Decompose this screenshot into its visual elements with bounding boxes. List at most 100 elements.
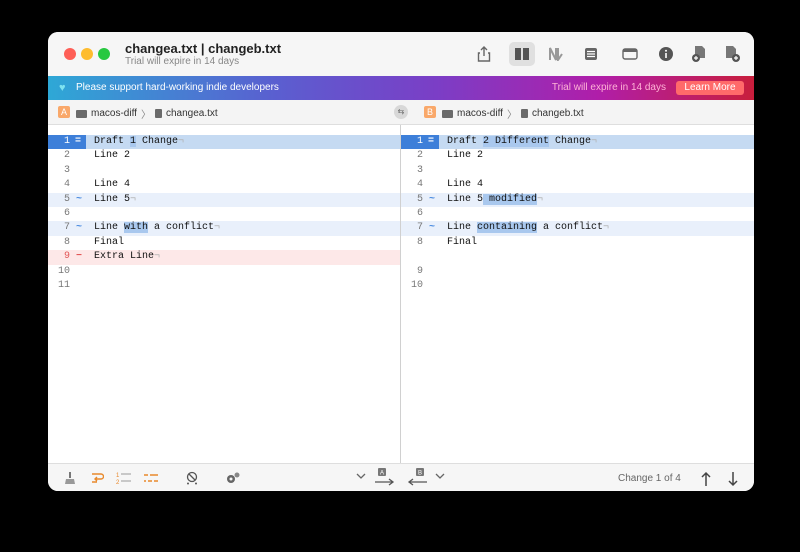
next-change-arrow-icon[interactable]	[728, 471, 738, 491]
code-line[interactable]: 2 Line 2	[48, 149, 400, 163]
chevron-down-icon[interactable]	[435, 471, 445, 485]
code-line[interactable]: 9	[401, 265, 754, 279]
text-segment: Change	[136, 136, 179, 147]
breadcrumb-folder[interactable]: macos-diff	[457, 108, 503, 119]
code-line[interactable]: 1 = Draft 2 Different Change¬	[401, 135, 754, 150]
list-icon[interactable]	[578, 42, 604, 66]
code-line[interactable]: 8 Final	[48, 236, 400, 250]
side-by-side-icon[interactable]	[509, 42, 535, 66]
line-text: Line 4	[447, 178, 483, 192]
breadcrumb-right: macos-diff 〉 changeb.txt	[442, 106, 584, 121]
diff-highlight: 2 Different	[483, 136, 550, 147]
svg-text:2: 2	[116, 480, 120, 485]
line-number: 4	[63, 179, 70, 191]
add-file-left-icon[interactable]	[686, 42, 712, 66]
banner-trial-text: Trial will expire in 14 days	[551, 82, 666, 93]
file-b-tag: B	[424, 106, 436, 118]
code-line[interactable]: 8 Final	[401, 236, 754, 250]
svg-text:1: 1	[116, 473, 120, 479]
chevron-down-icon[interactable]	[356, 471, 366, 485]
zoom-button[interactable]	[98, 48, 110, 60]
diff-highlight: modified	[483, 193, 538, 205]
right-editor-pane[interactable]: 1 = Draft 2 Different Change¬ 2 Line 2 3 4 Line…	[401, 125, 754, 463]
line-text: Line with a conflict¬	[94, 221, 220, 235]
share-icon[interactable]	[471, 42, 497, 66]
window-icon[interactable]	[617, 42, 643, 66]
line-text: Final	[94, 236, 124, 250]
code-line[interactable]: 9− Extra Line¬	[48, 250, 400, 265]
ignore-whitespace-icon[interactable]	[185, 471, 199, 489]
text-segment: Line	[447, 222, 478, 234]
support-banner: ♥ Please support hard-working indie deve…	[48, 76, 754, 100]
breadcrumb-file[interactable]: changeb.txt	[532, 108, 584, 119]
code-line[interactable]: 6	[401, 207, 754, 221]
code-line[interactable]: 5 ~ Line 5¬	[48, 192, 400, 207]
document-icon	[520, 109, 528, 118]
line-number: 6	[63, 207, 70, 219]
code-line[interactable]: 3	[48, 164, 400, 178]
heart-icon: ♥	[59, 82, 66, 94]
code-line[interactable]: 7 ~ Line with a conflict¬	[48, 221, 400, 236]
end-of-line-marker: ¬	[603, 222, 610, 234]
code-line[interactable]	[401, 250, 754, 264]
unified-icon[interactable]	[543, 42, 569, 66]
line-number: 9	[416, 265, 423, 277]
end-of-line-marker: ¬	[154, 251, 161, 263]
end-of-line-marker: ¬	[214, 222, 221, 234]
copy-to-right-icon[interactable]: A	[374, 468, 396, 491]
copy-to-left-icon[interactable]: B	[406, 468, 428, 491]
app-window: changea.txt | changeb.txt Trial will exp…	[48, 32, 754, 491]
line-number: 3	[63, 164, 70, 176]
swap-sides-icon[interactable]: ⇆	[394, 105, 408, 119]
text-segment: Extra Line	[94, 251, 155, 263]
change-marker: ~	[75, 193, 82, 205]
line-text: Line 5 modified¬	[447, 193, 543, 207]
code-line[interactable]: 6	[48, 207, 400, 221]
text-segment: a conflict	[148, 222, 215, 234]
end-of-line-marker: ¬	[591, 136, 598, 147]
code-line[interactable]: 11	[48, 279, 400, 293]
code-line[interactable]: 4 Line 4	[48, 178, 400, 192]
line-text: Line 2	[94, 149, 130, 163]
line-number: 10	[410, 279, 423, 291]
previous-change-arrow-icon[interactable]	[701, 471, 711, 491]
end-of-line-marker: ¬	[537, 193, 544, 205]
close-button[interactable]	[64, 48, 76, 60]
change-marker: ~	[428, 222, 435, 234]
learn-more-button[interactable]: Learn More	[676, 81, 744, 95]
invisibles-icon[interactable]	[143, 471, 159, 489]
text-segment: Line 4	[447, 179, 484, 191]
line-text: Draft 1 Change¬	[94, 135, 184, 149]
diff-highlight: containing	[477, 222, 538, 234]
line-number: 2	[63, 150, 70, 162]
code-line[interactable]: 1 = Draft 1 Change¬	[48, 135, 400, 150]
code-line[interactable]: 7 ~ Line containing a conflict¬	[401, 221, 754, 236]
breadcrumb-folder[interactable]: macos-diff	[91, 108, 137, 119]
line-text: Line 5¬	[94, 193, 136, 207]
left-editor-pane[interactable]: 1 = Draft 1 Change¬ 2 Line 2 3 4 Line 4 5 ~ Line 5…	[48, 125, 400, 463]
brush-icon[interactable]	[64, 471, 76, 489]
breadcrumb-left: macos-diff 〉 changea.txt	[76, 106, 218, 121]
wrap-lines-icon[interactable]	[90, 471, 105, 489]
window-title: changea.txt | changeb.txt	[125, 41, 282, 56]
line-number: 10	[57, 265, 70, 277]
copy-tag-a: A	[380, 471, 384, 477]
line-number: 7	[63, 222, 70, 234]
code-line[interactable]: 4 Line 4	[401, 178, 754, 192]
title-bar: changea.txt | changeb.txt Trial will exp…	[48, 32, 754, 76]
line-numbers-icon[interactable]: 12	[116, 471, 132, 489]
code-line[interactable]: 5 ~ Line 5 modified¬	[401, 192, 754, 207]
text-segment: Line 5	[94, 193, 131, 205]
line-number: 7	[416, 222, 423, 234]
minimize-button[interactable]	[81, 48, 93, 60]
add-file-right-icon[interactable]	[719, 42, 745, 66]
line-number: 2	[416, 150, 423, 162]
settings-gear-icon[interactable]	[225, 471, 241, 489]
text-segment: Final	[447, 236, 478, 248]
breadcrumb-file[interactable]: changea.txt	[166, 108, 218, 119]
info-icon[interactable]	[653, 42, 679, 66]
code-line[interactable]: 10	[401, 279, 754, 293]
code-line[interactable]: 10	[48, 265, 400, 279]
code-line[interactable]: 3	[401, 164, 754, 178]
code-line[interactable]: 2 Line 2	[401, 149, 754, 163]
